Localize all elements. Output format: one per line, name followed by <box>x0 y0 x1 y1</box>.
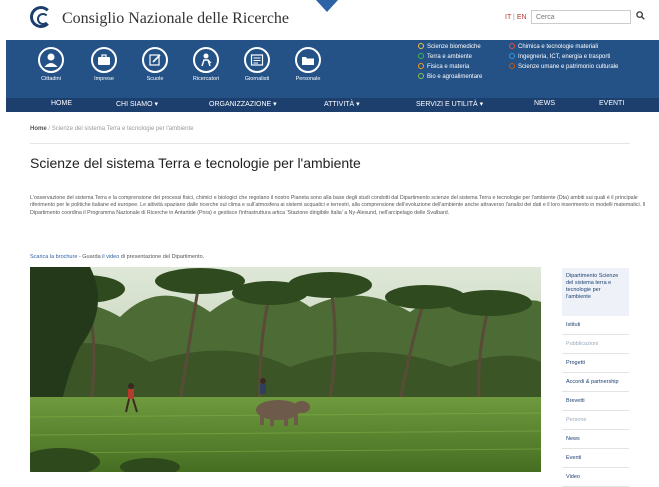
main-menu: HOME CHI SIAMO ▾ ORGANIZZAZIONE ▾ ATTIVI… <box>6 98 659 112</box>
area-link[interactable]: Terra e ambiente <box>418 53 482 63</box>
pencil-icon <box>142 47 168 73</box>
brochure-link[interactable]: Scarica la brochure <box>30 254 77 260</box>
breadcrumb: Home / Scienze del sistema Terra e tecno… <box>30 126 630 138</box>
audience-label: Scuole <box>146 76 164 82</box>
audience-ricercatori[interactable]: Ricercatori <box>182 47 230 82</box>
folder-icon <box>295 47 321 73</box>
audience-personale[interactable]: Personale <box>284 47 332 82</box>
audience-label: Cittadini <box>41 76 61 82</box>
audience-label: Ricercatori <box>192 76 220 82</box>
area-link[interactable]: Fisica e materia <box>418 63 482 73</box>
sidebar-header[interactable]: Dipartimento Scienze del sistema terra e… <box>562 268 629 316</box>
audience-scuole[interactable]: Scuole <box>131 47 179 82</box>
video-link[interactable]: il video <box>102 254 119 260</box>
briefcase-icon <box>91 47 117 73</box>
audience-imprese[interactable]: Imprese <box>80 47 128 82</box>
menu-servizi[interactable]: SERVIZI E UTILITÀ ▾ <box>416 100 483 108</box>
audience-giornalisti[interactable]: Giornalisti <box>233 47 281 82</box>
audience-label: Personale <box>295 76 321 82</box>
breadcrumb-home[interactable]: Home <box>30 126 47 132</box>
menu-chi-siamo[interactable]: CHI SIAMO ▾ <box>116 100 158 108</box>
sidebar-item-istituti[interactable]: Istituti <box>562 316 629 335</box>
area-link[interactable]: Scienze biomediche <box>418 43 482 53</box>
area-link[interactable]: Scienze umane e patrimonio culturale <box>509 63 618 73</box>
menu-news[interactable]: NEWS <box>534 100 555 107</box>
menu-organizzazione[interactable]: ORGANIZZAZIONE ▾ <box>209 100 277 108</box>
menu-eventi[interactable]: EVENTI <box>599 100 624 107</box>
sidebar-item-eventi[interactable]: Eventi <box>562 449 629 468</box>
cnr-logo-icon[interactable] <box>30 6 52 28</box>
area-dot-icon <box>418 63 424 69</box>
sidebar-item-accordi[interactable]: Accordi & partnership <box>562 373 629 392</box>
sidebar-item-brevetti[interactable]: Brevetti <box>562 392 629 411</box>
department-photo <box>30 267 541 472</box>
intro-paragraph: L'osservazione del sistema Terra e la co… <box>30 195 646 216</box>
department-sidebar: Dipartimento Scienze del sistema terra e… <box>562 268 629 487</box>
search-input[interactable] <box>531 10 631 24</box>
sidebar-item-news[interactable]: News <box>562 430 629 449</box>
citizen-icon <box>38 47 64 73</box>
page-title: Scienze del sistema Terra e tecnologie p… <box>30 155 361 171</box>
sidebar-item-video[interactable]: Video <box>562 468 629 487</box>
areas-list-right: Chimica e tecnologie materiali Ingegneri… <box>509 43 618 73</box>
audience-band: Cittadini Imprese Scuole Ricercatori Gio… <box>6 40 659 98</box>
area-dot-icon <box>418 73 424 79</box>
audience-cittadini[interactable]: Cittadini <box>27 47 75 82</box>
area-dot-icon <box>418 53 424 59</box>
links-text-after: di presentazione del Dipartimento. <box>119 254 205 260</box>
magnifier-icon[interactable] <box>636 11 645 23</box>
area-link[interactable]: Ingegneria, ICT, energia e trasporti <box>509 53 618 63</box>
menu-home[interactable]: HOME <box>51 100 72 107</box>
lang-en-link[interactable]: EN <box>517 14 527 21</box>
areas-list-left: Scienze biomediche Terra e ambiente Fisi… <box>418 43 482 83</box>
sidebar-item-persone[interactable]: Persone <box>562 411 629 430</box>
menu-attivita[interactable]: ATTIVITÀ ▾ <box>324 100 360 108</box>
area-dot-icon <box>509 53 515 59</box>
researcher-icon <box>193 47 219 73</box>
sidebar-item-pubblicazioni[interactable]: Pubblicazioni <box>562 335 629 354</box>
audience-label: Giornalisti <box>244 76 270 82</box>
language-switcher: IT | EN <box>505 14 527 21</box>
area-dot-icon <box>509 43 515 49</box>
newspaper-icon <box>244 47 270 73</box>
audience-label: Imprese <box>94 76 114 82</box>
media-links: Scarica la brochure - Guarda il video di… <box>30 254 204 260</box>
sidebar-item-progetti[interactable]: Progetti <box>562 354 629 373</box>
area-link[interactable]: Chimica e tecnologie materiali <box>509 43 618 53</box>
area-link[interactable]: Bio e agroalimentare <box>418 73 482 83</box>
decorative-triangle <box>316 0 338 12</box>
breadcrumb-current: Scienze del sistema Terra e tecnologie p… <box>51 126 194 132</box>
divider <box>30 143 630 144</box>
links-text: - Guarda <box>77 254 103 260</box>
site-title[interactable]: Consiglio Nazionale delle Ricerche <box>62 10 289 28</box>
area-dot-icon <box>509 63 515 69</box>
area-dot-icon <box>418 43 424 49</box>
